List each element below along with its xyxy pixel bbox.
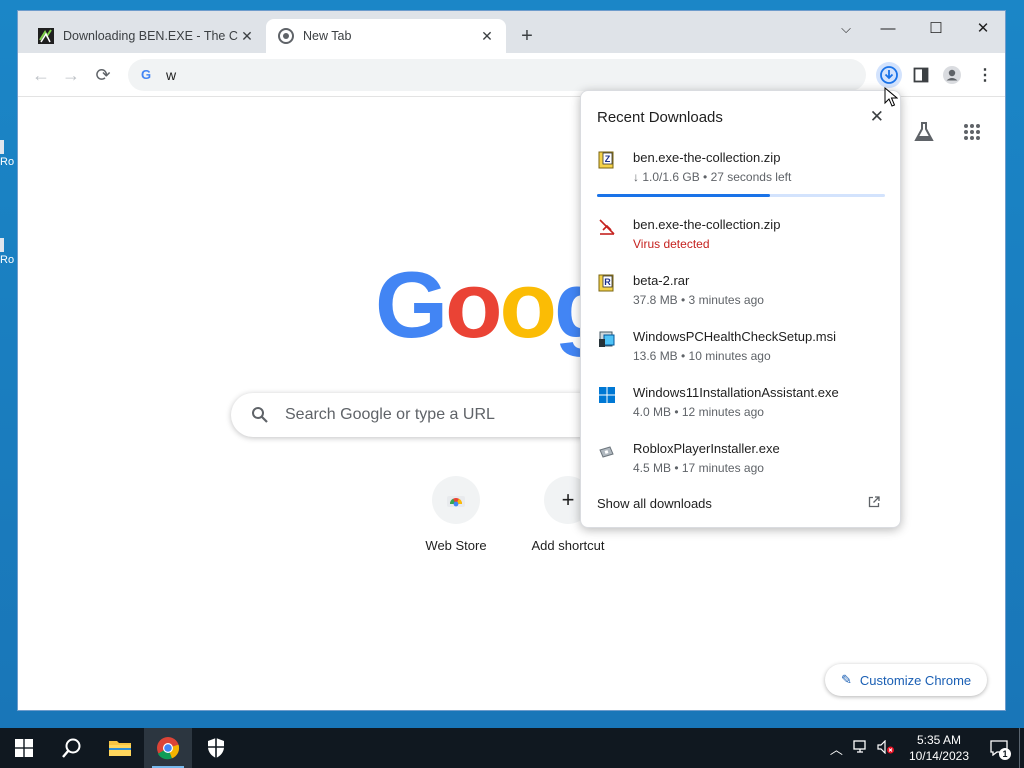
close-tab-icon[interactable]: ✕ (238, 28, 256, 45)
download-status: 4.0 MB • 12 minutes ago (633, 405, 764, 419)
pencil-icon: ✎ (841, 672, 852, 687)
download-status: 13.6 MB • 10 minutes ago (633, 349, 771, 363)
download-item[interactable]: RobloxPlayerInstaller.exe 4.5 MB • 17 mi… (597, 440, 887, 478)
downloads-bubble: Recent Downloads ✕ Z ben.exe-the-collect… (580, 90, 901, 528)
folder-icon (109, 741, 131, 756)
notification-badge: 1 (999, 748, 1011, 760)
shortcut-icon (0, 238, 4, 252)
shortcut-icon (0, 140, 4, 154)
roblox-installer-icon (599, 446, 614, 458)
shield-icon (208, 738, 224, 758)
download-progress-bar (597, 194, 885, 197)
download-filename: Windows11InstallationAssistant.exe (633, 385, 839, 400)
download-status: ↓ 1.0/1.6 GB • 27 seconds left (633, 170, 792, 184)
maximize-icon[interactable]: ☐ (916, 15, 956, 43)
download-filename: ben.exe-the-collection.zip (633, 150, 781, 165)
downloads-button[interactable] (876, 62, 902, 88)
close-window-icon[interactable]: ✕ (963, 15, 1003, 43)
menu-kebab-icon[interactable]: ⋮ (972, 62, 998, 88)
clock-date: 10/14/2023 (908, 749, 969, 763)
chrome-icon (157, 737, 180, 760)
show-all-downloads-link[interactable]: Show all downloads (597, 496, 712, 511)
msi-installer-icon (599, 331, 615, 347)
profile-avatar-icon[interactable] (939, 62, 965, 88)
download-icon (880, 66, 898, 84)
download-status: 37.8 MB • 3 minutes ago (633, 293, 764, 307)
desktop-shortcut-label: Ro (0, 254, 15, 266)
svg-text:Z: Z (605, 154, 611, 164)
labs-flask-icon[interactable] (910, 118, 938, 146)
download-item[interactable]: Z ben.exe-the-collection.zip ↓ 1.0/1.6 G… (597, 149, 887, 187)
download-filename: ben.exe-the-collection.zip (633, 217, 781, 232)
download-status: 4.5 MB • 17 minutes ago (633, 461, 764, 475)
download-filename: RobloxPlayerInstaller.exe (633, 441, 780, 456)
address-input[interactable] (166, 67, 766, 83)
start-button[interactable] (0, 728, 48, 768)
taskbar-security[interactable] (192, 728, 240, 768)
tab-strip: Downloading BEN.EXE - The Coll ✕ New Tab… (18, 11, 1005, 53)
blocked-download-icon (599, 219, 615, 235)
taskbar-chrome[interactable] (144, 728, 192, 768)
desktop-shortcut[interactable]: Ro (0, 140, 18, 168)
web-store-icon (432, 476, 480, 524)
customize-label: Customize Chrome (859, 672, 972, 688)
taskbar: ︿ 5:35 AM 10/14/2023 1 (0, 728, 1024, 768)
taskbar-search-button[interactable] (48, 728, 96, 768)
close-bubble-icon[interactable]: ✕ (870, 107, 884, 127)
new-tab-plus-icon[interactable]: + (516, 25, 538, 47)
tab-search-chevron-icon[interactable]: ⌵ (826, 15, 866, 43)
close-tab-icon[interactable]: ✕ (478, 28, 496, 45)
volume-muted-icon[interactable] (877, 739, 895, 757)
google-g-icon: G (140, 67, 152, 82)
network-icon[interactable] (853, 739, 869, 757)
search-placeholder: Search Google or type a URL (285, 406, 495, 423)
omnibox[interactable]: G (128, 59, 866, 91)
system-tray: ︿ 5:35 AM 10/14/2023 1 (830, 728, 1024, 768)
back-arrow-icon[interactable]: ← (28, 62, 54, 88)
shortcut-web-store[interactable]: Web Store (400, 476, 512, 553)
download-item[interactable]: Windows11InstallationAssistant.exe 4.0 M… (597, 384, 887, 422)
open-external-icon[interactable] (868, 496, 880, 511)
svg-text:R: R (604, 277, 611, 287)
clock-time: 5:35 AM (916, 733, 961, 747)
taskbar-file-explorer[interactable] (96, 728, 144, 768)
windows-start-icon (15, 739, 33, 757)
chevron-up-icon[interactable]: ︿ (830, 739, 843, 758)
side-panel-icon[interactable] (908, 62, 934, 88)
mouse-cursor-icon (884, 87, 898, 107)
show-desktop-button[interactable] (1019, 728, 1024, 768)
action-center-button[interactable]: 1 (979, 728, 1019, 768)
reload-icon[interactable]: ⟳ (90, 62, 116, 88)
clock[interactable]: 5:35 AM 10/14/2023 (909, 732, 969, 764)
forward-arrow-icon[interactable]: → (58, 62, 84, 88)
site-favicon-icon (38, 28, 54, 44)
zip-archive-icon: Z (598, 151, 614, 169)
desktop-shortcut[interactable]: Ro (0, 238, 18, 266)
windows-logo-icon (599, 387, 615, 403)
search-icon (62, 738, 81, 758)
tab-downloading[interactable]: Downloading BEN.EXE - The Coll ✕ (26, 19, 266, 53)
tab-new-tab[interactable]: New Tab ✕ (266, 19, 506, 53)
search-icon (252, 407, 268, 423)
download-item[interactable]: R beta-2.rar 37.8 MB • 3 minutes ago (597, 272, 887, 310)
download-filename: WindowsPCHealthCheckSetup.msi (633, 329, 837, 344)
customize-chrome-button[interactable]: ✎ Customize Chrome (825, 664, 988, 696)
download-status: Virus detected (633, 237, 710, 251)
shortcut-label: Web Store (425, 538, 487, 553)
tab-title: New Tab (303, 29, 352, 43)
download-item[interactable]: ben.exe-the-collection.zip Virus detecte… (597, 216, 887, 254)
minimize-icon[interactable]: — (868, 15, 908, 43)
download-filename: beta-2.rar (633, 273, 690, 288)
apps-grid-icon[interactable] (958, 118, 986, 146)
shortcut-label: Add shortcut (531, 538, 605, 553)
bubble-title: Recent Downloads (597, 109, 723, 126)
rar-archive-icon: R (598, 274, 614, 292)
google-logo: Goog (375, 252, 611, 357)
chrome-icon (278, 28, 294, 44)
desktop-shortcut-label: Ro (0, 156, 15, 168)
download-item[interactable]: WindowsPCHealthCheckSetup.msi 13.6 MB • … (597, 328, 887, 366)
tab-title: Downloading BEN.EXE - The Coll (63, 29, 238, 43)
download-progress-fill (597, 194, 770, 197)
